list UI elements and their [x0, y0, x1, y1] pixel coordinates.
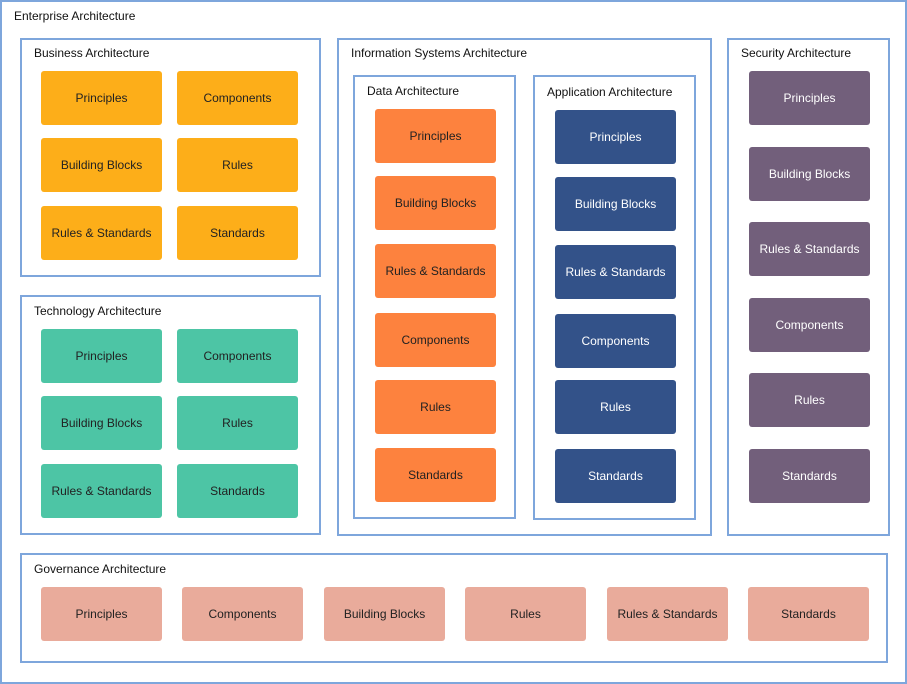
governance-item[interactable]: Rules	[465, 587, 586, 641]
business-architecture-title: Business Architecture	[34, 46, 150, 60]
application-architecture-title: Application Architecture	[547, 85, 673, 99]
security-item[interactable]: Rules	[749, 373, 870, 427]
security-item[interactable]: Components	[749, 298, 870, 352]
application-item[interactable]: Components	[555, 314, 676, 368]
information-systems-architecture-title: Information Systems Architecture	[351, 46, 528, 60]
application-item[interactable]: Rules & Standards	[555, 245, 676, 299]
enterprise-architecture-title: Enterprise Architecture	[14, 9, 136, 23]
application-item[interactable]: Standards	[555, 449, 676, 503]
security-item[interactable]: Principles	[749, 71, 870, 125]
technology-item[interactable]: Standards	[177, 464, 298, 518]
technology-item[interactable]: Principles	[41, 329, 162, 383]
security-item[interactable]: Rules & Standards	[749, 222, 870, 276]
data-item[interactable]: Components	[375, 313, 496, 367]
business-item[interactable]: Building Blocks	[41, 138, 162, 192]
technology-item[interactable]: Components	[177, 329, 298, 383]
business-item[interactable]: Rules	[177, 138, 298, 192]
governance-item[interactable]: Standards	[748, 587, 869, 641]
application-item[interactable]: Principles	[555, 110, 676, 164]
technology-item[interactable]: Building Blocks	[41, 396, 162, 450]
security-item[interactable]: Standards	[749, 449, 870, 503]
technology-item[interactable]: Rules	[177, 396, 298, 450]
governance-item[interactable]: Components	[182, 587, 303, 641]
governance-architecture-title: Governance Architecture	[34, 562, 167, 576]
data-item[interactable]: Principles	[375, 109, 496, 163]
business-item[interactable]: Components	[177, 71, 298, 125]
data-item[interactable]: Building Blocks	[375, 176, 496, 230]
data-item[interactable]: Standards	[375, 448, 496, 502]
technology-item[interactable]: Rules & Standards	[41, 464, 162, 518]
governance-item[interactable]: Building Blocks	[324, 587, 445, 641]
technology-architecture-title: Technology Architecture	[34, 304, 162, 318]
business-item[interactable]: Principles	[41, 71, 162, 125]
data-item[interactable]: Rules & Standards	[375, 244, 496, 298]
governance-item[interactable]: Principles	[41, 587, 162, 641]
application-item[interactable]: Rules	[555, 380, 676, 434]
business-item[interactable]: Rules & Standards	[41, 206, 162, 260]
governance-item[interactable]: Rules & Standards	[607, 587, 728, 641]
business-item[interactable]: Standards	[177, 206, 298, 260]
application-item[interactable]: Building Blocks	[555, 177, 676, 231]
security-item[interactable]: Building Blocks	[749, 147, 870, 201]
data-item[interactable]: Rules	[375, 380, 496, 434]
security-architecture-title: Security Architecture	[741, 46, 852, 60]
data-architecture-title: Data Architecture	[367, 84, 460, 98]
